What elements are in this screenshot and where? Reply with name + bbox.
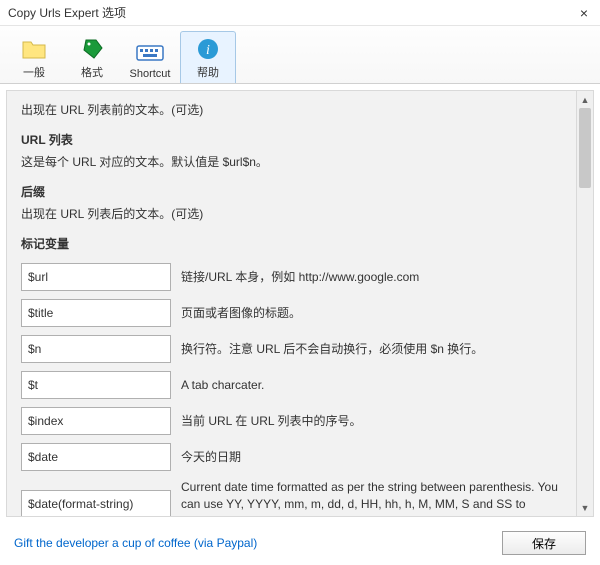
var-desc: 当前 URL 在 URL 列表中的序号。 <box>181 403 562 439</box>
var-name: $n <box>21 335 171 363</box>
table-row: $index 当前 URL 在 URL 列表中的序号。 <box>21 403 562 439</box>
scrollbar[interactable]: ▲ ▼ <box>576 91 593 516</box>
var-name: $date <box>21 443 171 471</box>
toolbar: 一般 格式 Shortcut i 帮助 <box>0 26 600 84</box>
vars-title: 标记变量 <box>21 235 562 253</box>
tag-icon <box>78 36 106 62</box>
keyboard-icon <box>136 40 164 66</box>
save-button[interactable]: 保存 <box>502 531 586 555</box>
var-name: $t <box>21 371 171 399</box>
tab-general[interactable]: 一般 <box>6 31 62 83</box>
var-name: $index <box>21 407 171 435</box>
help-content: 出现在 URL 列表前的文本。(可选) URL 列表 这是每个 URL 对应的文… <box>7 91 576 516</box>
tab-help[interactable]: i 帮助 <box>180 31 236 83</box>
var-desc: 换行符。注意 URL 后不会自动换行，必须使用 $n 换行。 <box>181 331 562 367</box>
var-desc: 页面或者图像的标题。 <box>181 295 562 331</box>
table-row: $t A tab charcater. <box>21 367 562 403</box>
scroll-thumb[interactable] <box>579 108 591 188</box>
var-desc: 链接/URL 本身，例如 http://www.google.com <box>181 259 562 295</box>
scroll-down-icon[interactable]: ▼ <box>577 499 593 516</box>
scroll-up-icon[interactable]: ▲ <box>577 91 593 108</box>
vars-table: $url 链接/URL 本身，例如 http://www.google.com … <box>21 259 562 516</box>
table-row: $date 今天的日期 <box>21 439 562 475</box>
var-desc: Current date time formatted as per the s… <box>181 475 562 516</box>
donate-link[interactable]: Gift the developer a cup of coffee (via … <box>14 536 257 550</box>
table-row: $date(format-string) Current date time f… <box>21 475 562 516</box>
table-row: $url 链接/URL 本身，例如 http://www.google.com <box>21 259 562 295</box>
urllist-desc: 这是每个 URL 对应的文本。默认值是 $url$n。 <box>21 153 562 171</box>
tab-general-label: 一般 <box>23 64 45 80</box>
tab-shortcut[interactable]: Shortcut <box>122 31 178 83</box>
tab-format[interactable]: 格式 <box>64 31 120 83</box>
info-icon: i <box>194 36 222 62</box>
urllist-title: URL 列表 <box>21 131 562 149</box>
scroll-track[interactable] <box>577 108 593 499</box>
footer: Gift the developer a cup of coffee (via … <box>0 523 600 565</box>
folder-icon <box>20 36 48 62</box>
tab-shortcut-label: Shortcut <box>130 68 171 80</box>
tab-help-label: 帮助 <box>197 64 219 80</box>
tab-format-label: 格式 <box>81 64 103 80</box>
var-name: $date(format-string) <box>21 490 171 516</box>
table-row: $title 页面或者图像的标题。 <box>21 295 562 331</box>
var-name: $url <box>21 263 171 291</box>
close-icon[interactable]: × <box>576 5 592 21</box>
titlebar: Copy Urls Expert 选项 × <box>0 0 600 26</box>
prefix-desc: 出现在 URL 列表前的文本。(可选) <box>21 101 562 119</box>
suffix-title: 后缀 <box>21 183 562 201</box>
content-area: 出现在 URL 列表前的文本。(可选) URL 列表 这是每个 URL 对应的文… <box>6 90 594 517</box>
table-row: $n 换行符。注意 URL 后不会自动换行，必须使用 $n 换行。 <box>21 331 562 367</box>
suffix-desc: 出现在 URL 列表后的文本。(可选) <box>21 205 562 223</box>
window-title: Copy Urls Expert 选项 <box>8 4 126 21</box>
svg-text:i: i <box>206 43 210 58</box>
var-desc: 今天的日期 <box>181 439 562 475</box>
var-name: $title <box>21 299 171 327</box>
var-desc: A tab charcater. <box>181 367 562 403</box>
